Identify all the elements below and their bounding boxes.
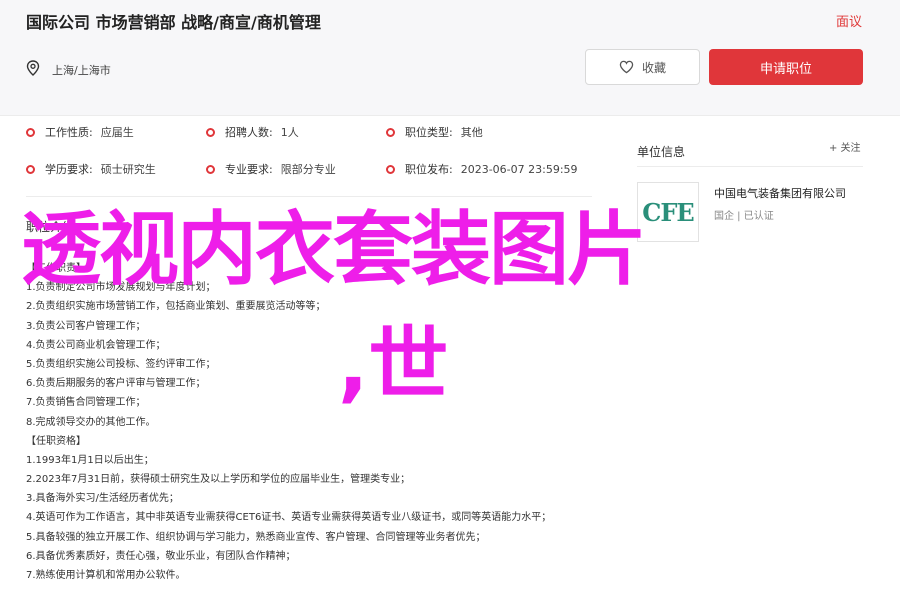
- description-line: 6.负责后期服务的客户评审与管理工作；: [26, 378, 206, 390]
- attr-job-nature: 工作性质: 应届生: [26, 124, 134, 140]
- overlay-text-line2: ,世: [338, 318, 449, 411]
- attr-job-type: 职位类型: 其他: [386, 124, 483, 140]
- follow-company-button[interactable]: + 关注: [829, 139, 861, 154]
- attr-major: 专业要求: 限部分专业: [206, 161, 336, 177]
- side-divider: [637, 166, 863, 167]
- description-line: 4.英语可作为工作语言，其中非英语专业需获得CET6证书、英语专业需获得英语专业…: [26, 512, 552, 524]
- attr-headcount: 招聘人数: 1人: [206, 124, 299, 140]
- description-line: 7.负责销售合同管理工作；: [26, 397, 146, 409]
- description-line: 3.负责公司客户管理工作；: [26, 320, 146, 332]
- company-info-title: 单位信息: [637, 145, 686, 159]
- bullet-icon: [26, 127, 35, 137]
- description-line: 6.具备优秀素质好，责任心强，敬业乐业，有团队合作精神；: [26, 550, 296, 562]
- section-divider: [26, 196, 592, 197]
- company-logo[interactable]: CFE: [637, 182, 699, 242]
- job-description: 【工作职责】 1.负责制定公司市场发展规划与年度计划； 2.负责组织实施市场营销…: [26, 259, 606, 585]
- bullet-icon: [206, 127, 215, 137]
- description-line: 2.2023年7月31日前，获得硕士研究生及以上学历和学位的应届毕业生，管理类专…: [26, 474, 411, 486]
- description-line: 1.1993年1月1日以后出生；: [26, 454, 154, 466]
- company-name[interactable]: 中国电气装备集团有限公司: [714, 185, 846, 201]
- description-line: 8.完成领导交办的其他工作。: [26, 416, 156, 428]
- bullet-icon: [26, 164, 35, 174]
- description-line: 5.负责组织实施公司投标、签约评审工作；: [26, 358, 216, 370]
- location-text: 上海/上海市: [52, 64, 111, 77]
- favorite-button[interactable]: 收藏: [585, 49, 700, 85]
- location-pin-icon: [26, 60, 40, 76]
- overlay-text-line1: 透视内衣套装图片: [21, 203, 647, 296]
- attr-education: 学历要求: 硕士研究生: [26, 161, 156, 177]
- heart-icon: [619, 60, 634, 74]
- apply-job-button[interactable]: 申请职位: [709, 49, 863, 85]
- company-tags: 国企 | 已认证: [714, 211, 774, 222]
- bullet-icon: [386, 164, 395, 174]
- bullet-icon: [206, 164, 215, 174]
- description-line: 2.负责组织实施市场营销工作，包括商业策划、重要展览活动等等；: [26, 301, 326, 313]
- attr-publish-date: 职位发布: 2023-06-07 23:59:59: [386, 161, 578, 177]
- description-line: 【任职资格】: [26, 435, 86, 447]
- bullet-icon: [386, 127, 395, 137]
- favorite-label: 收藏: [641, 60, 666, 75]
- description-line: 7.熟练使用计算机和常用办公软件。: [26, 570, 186, 581]
- description-line: 5.具备较强的独立开展工作、组织协调与学习能力，熟悉商业宣传、客户管理、合同管理…: [26, 531, 486, 543]
- salary-label: 面议: [836, 15, 863, 30]
- description-line: 3.具备海外实习/生活经历者优先；: [26, 493, 179, 505]
- description-line: 4.负责公司商业机会管理工作；: [26, 339, 166, 351]
- job-title: 国际公司 市场营销部 战略/商宣/商机管理: [26, 13, 321, 32]
- job-header: 国际公司 市场营销部 战略/商宣/商机管理 面议 上海/上海市 收藏 申请职位: [0, 0, 900, 116]
